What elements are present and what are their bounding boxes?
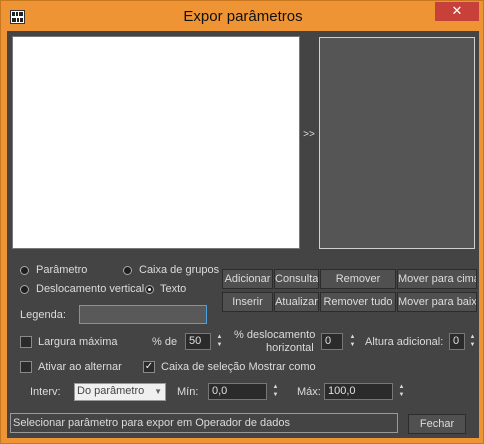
adicionar-button[interactable]: Adicionar [222,269,273,289]
deslocamento-spinner[interactable]: ▲ ▼ [348,334,357,350]
min-spinner[interactable]: ▲ ▼ [271,384,280,400]
radio-texto[interactable] [145,285,154,294]
deslocamento-label: % deslocamento [234,329,316,341]
inserir-button[interactable]: Inserir [222,292,273,312]
ativar-alternar-checkbox[interactable] [20,361,32,373]
checkmark-icon: ✓ [144,361,154,372]
max-spinner[interactable]: ▲ ▼ [397,384,406,400]
ativar-alternar-label: Ativar ao alternar [38,361,122,373]
exposed-parameters-list[interactable] [319,37,475,249]
largura-maxima-label: Largura máxima [38,336,118,348]
dialog-body: >> Parâmetro Caixa de grupos Deslocament… [7,31,479,438]
radio-deslocamento-vertical-label: Deslocamento vertical [36,283,145,295]
legend-input[interactable] [79,305,207,324]
spinner-up-icon[interactable]: ▲ [468,334,477,341]
consulta-button[interactable]: Consulta [274,269,319,289]
max-label: Máx: [297,386,321,398]
radio-caixa-grupos-label: Caixa de grupos [139,264,220,276]
available-parameters-list[interactable] [12,36,300,249]
deslocamento-input[interactable]: 0 [321,333,343,350]
pct-de-spinner[interactable]: ▲ ▼ [215,334,224,350]
interv-selected: Do parâmetro [77,385,145,397]
radio-parametro[interactable] [20,266,29,275]
spinner-down-icon[interactable]: ▼ [271,392,280,399]
caixa-selecao-checkbox[interactable]: ✓ [143,361,155,373]
mover-para-baixo-button[interactable]: Mover para baixo [397,292,477,312]
radio-texto-label: Texto [160,283,187,295]
radio-parametro-label: Parâmetro [36,264,88,276]
title-bar[interactable]: Expor parâmetros ✕ [1,1,484,33]
caixa-selecao-label: Caixa de seleção Mostrar como [161,361,316,373]
spinner-down-icon[interactable]: ▼ [397,392,406,399]
interv-select[interactable]: Do parâmetro ▼ [74,383,166,401]
spinner-up-icon[interactable]: ▲ [215,334,224,341]
largura-maxima-checkbox[interactable] [20,336,32,348]
interv-label: Interv: [30,386,61,398]
remover-tudo-button[interactable]: Remover tudo [320,292,396,312]
status-bar: Selecionar parâmetro para expor em Opera… [10,413,398,433]
max-input[interactable]: 100,0 [324,383,393,400]
min-input[interactable]: 0,0 [208,383,267,400]
altura-label: Altura adicional: [365,336,444,348]
spinner-down-icon[interactable]: ▼ [348,342,357,349]
remover-button[interactable]: Remover [320,269,396,289]
spinner-down-icon[interactable]: ▼ [468,342,477,349]
mover-para-cima-button[interactable]: Mover para cima [397,269,477,289]
chevron-down-icon: ▼ [154,387,162,396]
min-label: Mín: [177,386,199,398]
window-title: Expor parâmetros [183,8,303,25]
radio-deslocamento-vertical[interactable] [20,285,29,294]
deslocamento-label-2: horizontal [266,342,314,354]
fechar-button[interactable]: Fechar [408,414,466,434]
atualizar-button[interactable]: Atualizar [274,292,319,312]
altura-input[interactable]: 0 [449,333,465,350]
spinner-up-icon[interactable]: ▲ [397,384,406,391]
spinner-up-icon[interactable]: ▲ [271,384,280,391]
radio-caixa-grupos[interactable] [123,266,132,275]
move-right-button[interactable]: >> [301,129,317,143]
spinner-down-icon[interactable]: ▼ [215,342,224,349]
altura-spinner[interactable]: ▲ ▼ [468,334,477,350]
export-parameters-window: Expor parâmetros ✕ >> Parâmetro Caixa de… [0,0,484,444]
close-button[interactable]: ✕ [435,2,479,21]
spinner-up-icon[interactable]: ▲ [348,334,357,341]
pct-de-input[interactable]: 50 [185,333,211,350]
legend-label: Legenda: [20,309,66,321]
pct-de-label: % de [152,336,178,348]
